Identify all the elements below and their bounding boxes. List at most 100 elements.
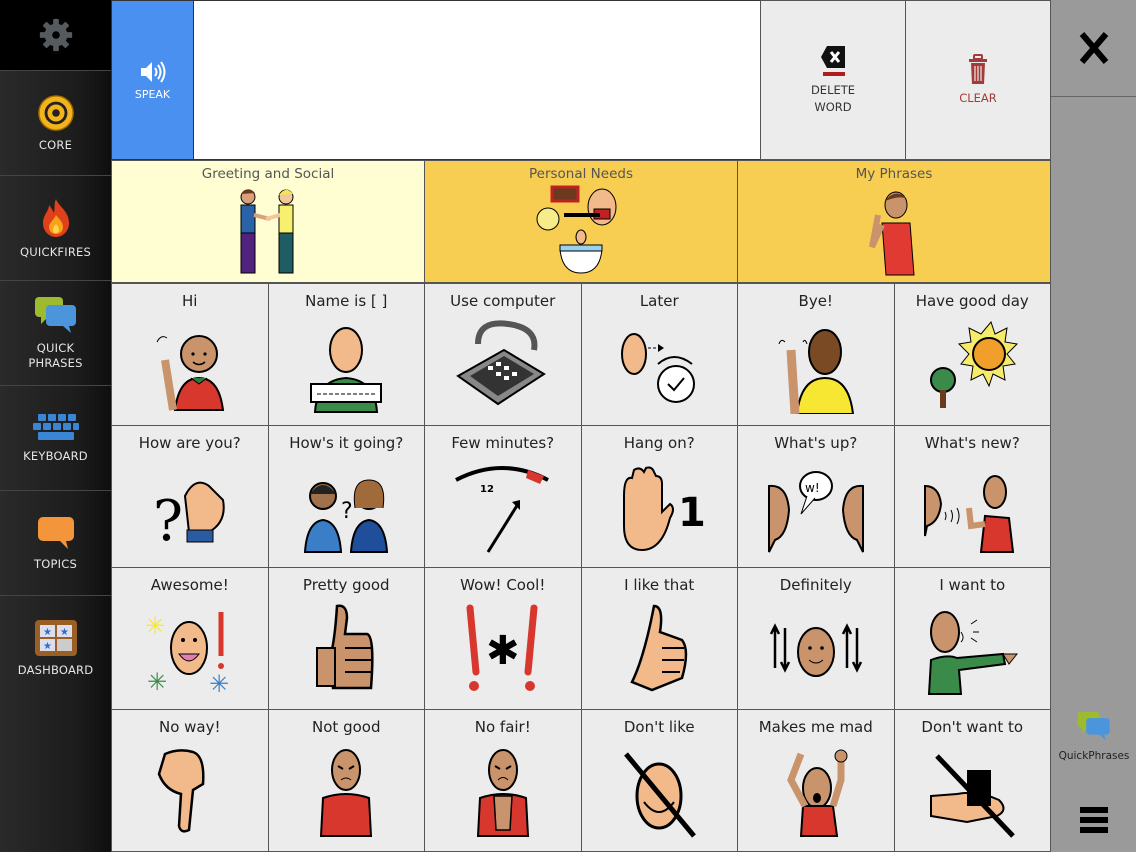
phrase-label: Don't want to — [921, 718, 1024, 736]
delete-word-label: DELETE WORD — [810, 83, 856, 114]
phrase-label: What's new? — [924, 434, 1020, 452]
waving-back-icon — [778, 329, 854, 414]
phrase-label: Pretty good — [302, 576, 390, 594]
phrase-button-what-s-new[interactable]: What's new? — [894, 426, 1050, 567]
backspace-icon — [821, 46, 845, 76]
phrase-label: I like that — [624, 576, 695, 594]
phrase-button-no-way[interactable]: No way! — [112, 710, 268, 851]
svg-text:✳: ✳ — [209, 670, 229, 698]
sidebar-item-label: CORE — [38, 137, 73, 152]
svg-text:✱: ✱ — [486, 628, 520, 674]
category-label: Personal Needs — [529, 166, 633, 182]
phrase-label: Don't like — [623, 718, 695, 736]
sidebar-item-keyboard[interactable]: KEYBOARD — [0, 385, 111, 490]
sidebar-item-topics[interactable]: TOPICS — [0, 490, 111, 595]
keyboard-icon — [32, 413, 79, 440]
phrase-label: No fair! — [474, 718, 531, 736]
phrase-button-how-are-you[interactable]: How are you?? — [112, 426, 268, 567]
phrase-button-later[interactable]: Later — [581, 284, 737, 425]
sidebar-item-core[interactable]: CORE — [0, 70, 111, 175]
svg-text:✳: ✳ — [147, 668, 167, 696]
close-button[interactable] — [1051, 0, 1136, 97]
phrase-label: Use computer — [450, 292, 556, 310]
svg-text:✳: ✳ — [145, 612, 165, 640]
category-greeting-and-social[interactable]: Greeting and Social — [111, 160, 425, 283]
quickphrases-label: QuickPhrases — [1058, 750, 1130, 762]
phrase-button-i-like-that[interactable]: I like that — [581, 568, 737, 709]
close-icon — [1079, 32, 1109, 64]
phrase-button-wow-cool[interactable]: Wow! Cool! ✱ — [425, 568, 581, 709]
speech-bubbles-icon — [34, 297, 76, 333]
delete-word-button[interactable]: DELETE WORD — [760, 0, 906, 160]
sidebar: CORE QUICKFIRES QUICK PHRASES KEYBOARD T… — [0, 0, 111, 852]
hygiene-icon — [536, 185, 617, 274]
phrase-label: Hang on? — [623, 434, 695, 452]
clear-button[interactable]: CLEAR — [905, 0, 1051, 160]
trash-icon — [969, 53, 987, 84]
phrase-label: Not good — [312, 718, 381, 736]
phrase-label: No way! — [158, 718, 221, 736]
phrase-label: I want to — [939, 576, 1006, 594]
svg-text:?: ? — [153, 489, 183, 554]
phrase-label: Wow! Cool! — [460, 576, 546, 594]
phrase-button-pretty-good[interactable]: Pretty good — [268, 568, 424, 709]
category-label: My Phrases — [855, 166, 933, 182]
svg-text:★: ★ — [60, 627, 69, 638]
message-window[interactable] — [194, 0, 760, 160]
settings-button[interactable] — [0, 0, 111, 70]
speak-label: SPEAK — [134, 87, 171, 101]
phrase-label: Definitely — [779, 576, 852, 594]
phrase-label: Bye! — [798, 292, 833, 310]
phrase-button-definitely[interactable]: Definitely — [738, 568, 894, 709]
sidebar-item-label: QUICK PHRASES — [28, 341, 83, 370]
phrase-button-bye[interactable]: Bye! — [738, 284, 894, 425]
no-smile-icon — [624, 752, 697, 838]
category-my-phrases[interactable]: My Phrases — [737, 160, 1051, 283]
two-people-question-icon: ? — [304, 479, 389, 553]
phrase-label: Few minutes? — [451, 434, 555, 452]
sidebar-item-quickfires[interactable]: QUICKFIRES — [0, 175, 111, 280]
speech-bubbles-icon — [1077, 711, 1110, 741]
target-icon — [37, 94, 74, 131]
sidebar-item-label: KEYBOARD — [23, 448, 88, 463]
phrase-button-how-s-it-going[interactable]: How's it going?? — [268, 426, 424, 567]
sidebar-item-dashboard[interactable]: ★ ★ ★ DASHBOARD — [0, 595, 111, 700]
phrase-button-don-t-like[interactable]: Don't like — [581, 710, 737, 851]
phrase-button-hi[interactable]: Hi — [112, 284, 268, 425]
later-clock-icon — [621, 333, 696, 403]
clear-label: CLEAR — [959, 90, 997, 105]
sidebar-item-label: TOPICS — [34, 556, 77, 571]
phrase-button-makes-me-mad[interactable]: Makes me mad — [738, 710, 894, 851]
speaker-icon — [140, 60, 165, 83]
message-input[interactable] — [194, 1, 760, 159]
phrase-button-name-is[interactable]: Name is [ ] — [268, 284, 424, 425]
phrase-label: What's up? — [774, 434, 858, 452]
sidebar-item-quick-phrases[interactable]: QUICK PHRASES — [0, 280, 111, 385]
phrase-button-no-fair[interactable]: No fair! — [425, 710, 581, 851]
svg-text:1: 1 — [678, 490, 706, 536]
phrase-button-awesome[interactable]: Awesome! ✳ ✳ ✳ — [112, 568, 268, 709]
phrase-grid: Hi Name is [ ] Use computer Later Bye! Have g… — [111, 283, 1051, 852]
thumbs-up-light-icon — [630, 604, 688, 692]
right-panel: QuickPhrases — [1050, 0, 1136, 852]
phrase-button-what-s-up[interactable]: What's up? w! — [738, 426, 894, 567]
phrase-label: How's it going? — [289, 434, 404, 452]
phrase-button-not-good[interactable]: Not good — [268, 710, 424, 851]
head-nod-icon — [769, 623, 862, 677]
category-personal-needs[interactable]: Personal Needs — [424, 160, 738, 283]
calling-person-icon — [924, 475, 1015, 553]
phrase-button-hang-on[interactable]: Hang on? 1 — [581, 426, 737, 567]
boy-pointing-self-icon — [869, 191, 915, 276]
phrase-button-few-minutes[interactable]: Few minutes? 12 — [425, 426, 581, 567]
speak-button[interactable]: SPEAK — [111, 0, 194, 160]
phrase-button-i-want-to[interactable]: I want to — [894, 568, 1050, 709]
speech-bubble-icon — [37, 516, 74, 549]
sun-tree-icon — [930, 320, 1019, 408]
svg-text:★: ★ — [43, 627, 52, 638]
phrase-button-don-t-want-to[interactable]: Don't want to — [894, 710, 1050, 851]
menu-button[interactable] — [1051, 795, 1136, 845]
phrase-button-have-good-day[interactable]: Have good day — [894, 284, 1050, 425]
quickphrases-button[interactable]: QuickPhrases — [1051, 695, 1136, 775]
dashboard-grid-icon: ★ ★ ★ — [34, 619, 77, 656]
phrase-button-use-computer[interactable]: Use computer — [425, 284, 581, 425]
